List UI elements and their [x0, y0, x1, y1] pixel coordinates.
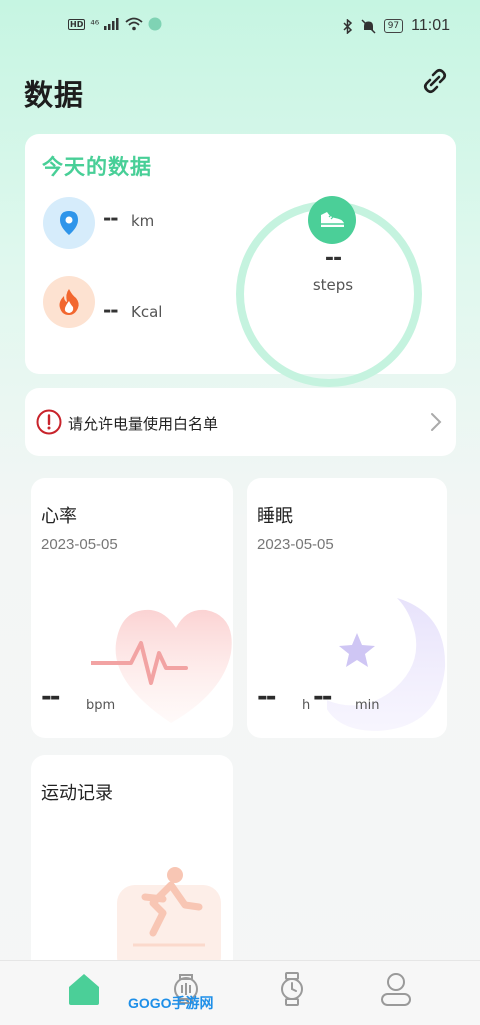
status-bar: HD ⁴⁶ 97 11:01	[0, 0, 480, 54]
heart-rate-card[interactable]: 心率 2023-05-05 -- bpm	[31, 478, 233, 738]
battery-whitelist-banner[interactable]: 请允许电量使用白名单	[25, 388, 456, 456]
moon-illustration-icon	[327, 598, 446, 731]
heart-rate-value: --	[41, 682, 61, 712]
unlink-icon[interactable]	[420, 66, 450, 96]
distance-value: --	[103, 206, 119, 230]
sleep-hours-value: --	[257, 682, 277, 712]
chevron-right-icon	[431, 413, 442, 431]
location-icon	[43, 197, 95, 249]
status-left: HD ⁴⁶	[68, 17, 162, 31]
wifi-icon	[125, 17, 143, 31]
app-notification-icon	[148, 17, 162, 31]
calories-value: --	[103, 298, 119, 322]
heart-rate-title: 心率	[41, 506, 77, 527]
mute-bell-icon	[361, 18, 376, 34]
today-title: 今天的数据	[42, 155, 152, 179]
signal-icon	[104, 18, 119, 30]
status-time: 11:01	[411, 17, 450, 34]
hd-badge: HD	[68, 18, 86, 30]
sleep-card[interactable]: 睡眠 2023-05-05 -- h -- min	[247, 478, 447, 738]
watch-icon[interactable]	[274, 971, 310, 1007]
home-icon[interactable]	[66, 971, 102, 1007]
sleep-hours-unit: h	[302, 698, 311, 713]
distance-unit: km	[131, 212, 155, 230]
heart-rate-date: 2023-05-05	[41, 536, 118, 553]
sport-record-card[interactable]: 运动记录	[31, 755, 233, 975]
alert-icon	[36, 409, 62, 435]
today-card[interactable]: 今天的数据 -- km -- Kcal -- steps	[25, 134, 456, 387]
sleep-title: 睡眠	[257, 506, 293, 527]
profile-icon[interactable]	[378, 971, 414, 1007]
status-right: 97 11:01	[343, 17, 450, 35]
signal-label: ⁴⁶	[90, 17, 100, 31]
calories-unit: Kcal	[131, 303, 163, 321]
steps-value: --	[324, 246, 342, 271]
sleep-minutes-value: --	[313, 682, 333, 712]
flame-icon	[43, 276, 95, 328]
sleep-date: 2023-05-05	[257, 536, 334, 553]
battery-indicator: 97	[383, 19, 404, 33]
whitelist-text: 请允许电量使用白名单	[68, 415, 219, 433]
shoe-icon	[308, 196, 356, 244]
steps-unit: steps	[312, 276, 354, 294]
page-title: 数据	[24, 78, 85, 112]
bluetooth-icon	[343, 18, 352, 34]
runner-illustration-icon	[117, 867, 221, 975]
sport-record-title: 运动记录	[41, 783, 113, 804]
watermark: GOGO手游网	[128, 995, 214, 1011]
sleep-minutes-unit: min	[355, 698, 380, 713]
bottom-nav	[0, 960, 480, 1025]
heart-rate-unit: bpm	[86, 698, 116, 713]
